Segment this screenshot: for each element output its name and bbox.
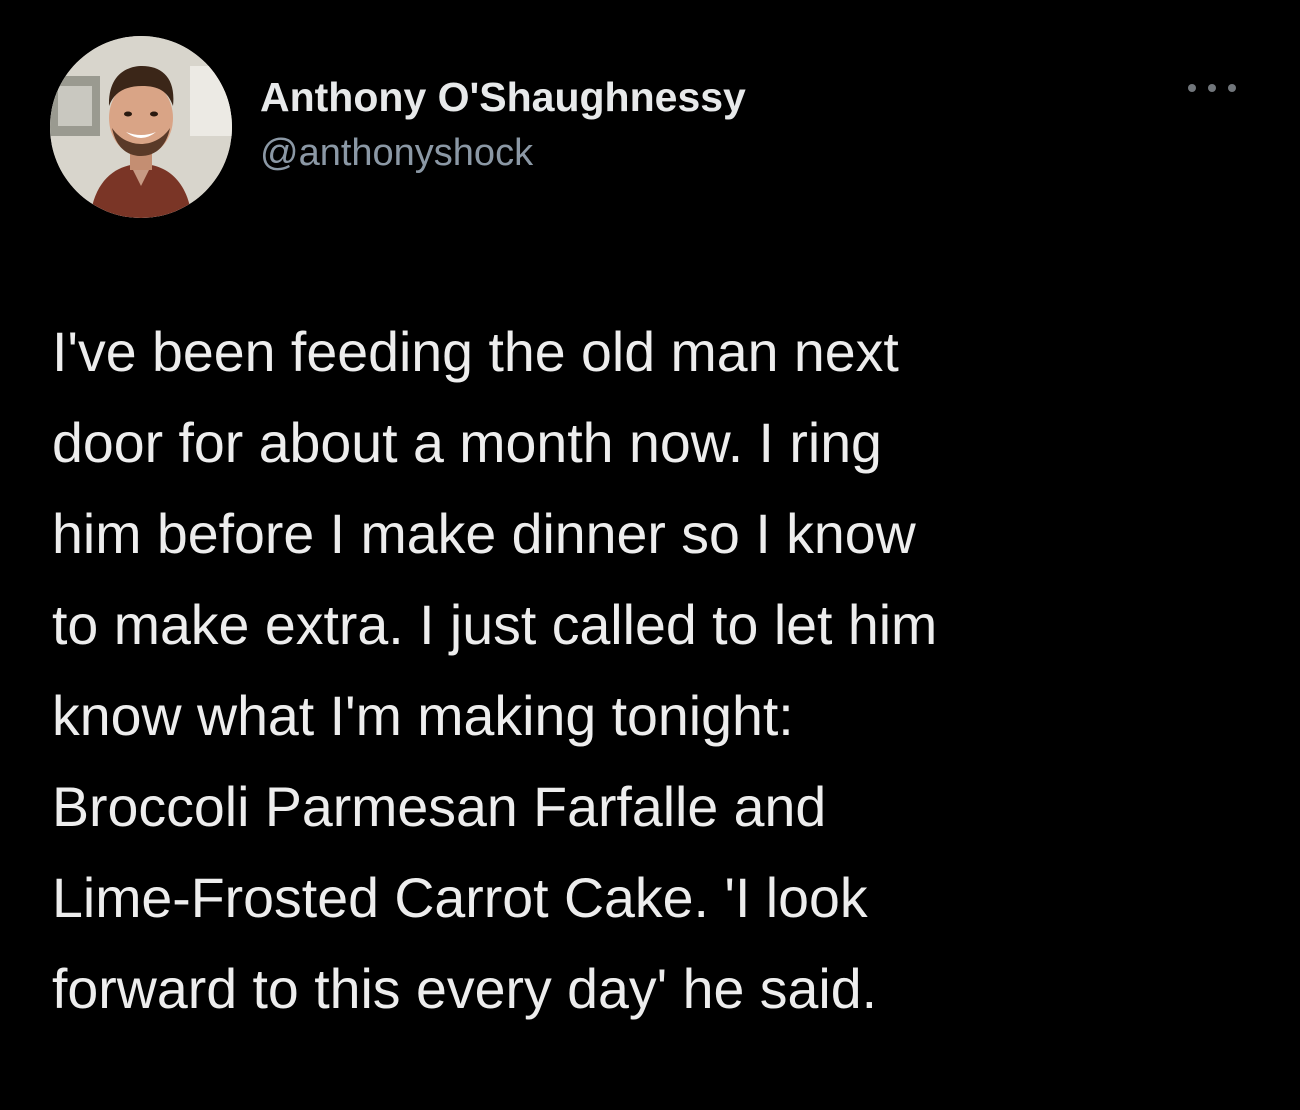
tweet-card: Anthony O'Shaughnessy @anthonyshock I've… <box>0 0 1300 1110</box>
tweet-text-line: forward to this every day' he said. <box>52 958 877 1020</box>
user-info: Anthony O'Shaughnessy @anthonyshock <box>260 72 746 176</box>
more-options-icon[interactable] <box>1188 78 1236 98</box>
tweet-header: Anthony O'Shaughnessy @anthonyshock <box>50 36 1250 218</box>
author-handle[interactable]: @anthonyshock <box>260 130 746 176</box>
tweet-text: I've been feeding the old man next door … <box>52 307 1262 1035</box>
tweet-text-line: I've been feeding the old man next <box>52 321 899 383</box>
tweet-text-line: Lime-Frosted Carrot Cake. 'I look <box>52 867 868 929</box>
profile-photo-icon[interactable] <box>50 36 232 218</box>
tweet-text-line: know what I'm making tonight: <box>52 685 794 747</box>
more-dot <box>1208 84 1216 92</box>
more-dot <box>1188 84 1196 92</box>
tweet-text-line: Broccoli Parmesan Farfalle and <box>52 776 827 838</box>
tweet-text-line: to make extra. I just called to let him <box>52 594 938 656</box>
more-dot <box>1228 84 1236 92</box>
tweet-text-line: door for about a month now. I ring <box>52 412 882 474</box>
author-display-name[interactable]: Anthony O'Shaughnessy <box>260 72 746 122</box>
tweet-text-line: him before I make dinner so I know <box>52 503 916 565</box>
